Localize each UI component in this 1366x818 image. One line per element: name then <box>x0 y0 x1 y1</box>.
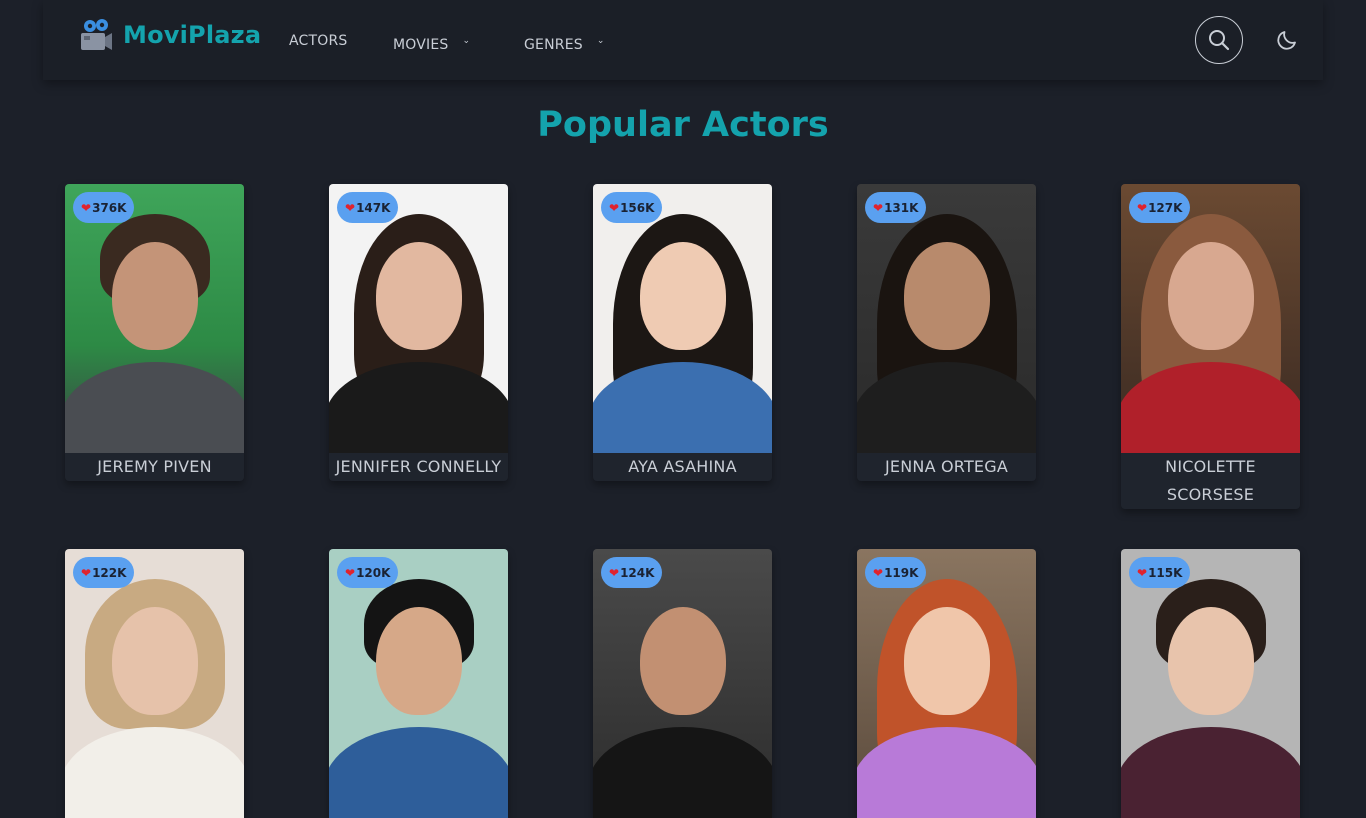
nav-actors-label: ACTORS <box>289 33 348 49</box>
actor-card[interactable]: ❤ 376K JEREMY PIVEN <box>65 184 244 481</box>
actor-name: JENNIFER CONNELLY <box>335 457 502 476</box>
actor-card[interactable]: ❤ 131K JENNA ORTEGA <box>857 184 1036 481</box>
actor-name: JENNA ORTEGA <box>885 457 1008 476</box>
actor-photo: ❤ 122K <box>65 549 244 818</box>
heart-icon: ❤ <box>873 565 884 580</box>
heart-icon: ❤ <box>345 200 356 215</box>
heart-icon: ❤ <box>81 200 92 215</box>
moon-icon <box>1277 31 1296 50</box>
nav-movies-label: MOVIES <box>393 37 449 53</box>
likes-badge: ❤ 124K <box>601 557 663 588</box>
actor-photo: ❤ 376K <box>65 184 244 453</box>
actor-card[interactable]: ❤ 115K <box>1121 549 1300 818</box>
likes-count: 376K <box>92 200 127 215</box>
actor-name: JEREMY PIVEN <box>97 457 212 476</box>
heart-icon: ❤ <box>81 565 92 580</box>
likes-badge: ❤ 120K <box>337 557 399 588</box>
actor-card[interactable]: ❤ 120K <box>329 549 508 818</box>
likes-count: 115K <box>1148 565 1183 580</box>
likes-badge: ❤ 122K <box>73 557 135 588</box>
actor-name: AYA ASAHINA <box>628 457 737 476</box>
film-camera-icon <box>81 19 112 50</box>
likes-badge: ❤ 147K <box>337 192 399 223</box>
likes-count: 122K <box>92 565 127 580</box>
brand-name: MoviPlaza <box>123 21 262 49</box>
heart-icon: ❤ <box>609 565 620 580</box>
likes-count: 127K <box>1148 200 1183 215</box>
search-button[interactable] <box>1195 16 1243 64</box>
chevron-down-icon: ⌄ <box>596 36 605 46</box>
likes-badge: ❤ 127K <box>1129 192 1191 223</box>
likes-badge: ❤ 119K <box>865 557 927 588</box>
brand[interactable]: MoviPlaza <box>79 18 261 52</box>
likes-badge: ❤ 376K <box>73 192 135 223</box>
actor-photo: ❤ 120K <box>329 549 508 818</box>
heart-icon: ❤ <box>873 200 884 215</box>
likes-count: 156K <box>620 200 655 215</box>
heart-icon: ❤ <box>1137 565 1148 580</box>
likes-count: 131K <box>884 200 919 215</box>
actor-photo: ❤ 115K <box>1121 549 1300 818</box>
heart-icon: ❤ <box>1137 200 1148 215</box>
likes-count: 147K <box>356 200 391 215</box>
likes-badge: ❤ 115K <box>1129 557 1191 588</box>
actor-photo: ❤ 156K <box>593 184 772 453</box>
likes-badge: ❤ 156K <box>601 192 663 223</box>
heart-icon: ❤ <box>609 200 620 215</box>
nav-actors[interactable]: ACTORS <box>289 32 348 50</box>
actor-photo: ❤ 147K <box>329 184 508 453</box>
chevron-down-icon: ⌄ <box>462 36 471 46</box>
actor-photo: ❤ 119K <box>857 549 1036 818</box>
search-icon <box>1209 30 1230 51</box>
nav-movies[interactable]: MOVIES ⌄ <box>393 32 470 54</box>
actor-photo: ❤ 127K <box>1121 184 1300 453</box>
actor-card[interactable]: ❤ 124K <box>593 549 772 818</box>
actor-card[interactable]: ❤ 127K NICOLETTE SCORSESE <box>1121 184 1300 509</box>
likes-badge: ❤ 131K <box>865 192 927 223</box>
actor-photo: ❤ 124K <box>593 549 772 818</box>
nav-genres[interactable]: GENRES ⌄ <box>524 32 605 54</box>
likes-count: 124K <box>620 565 655 580</box>
actor-card[interactable]: ❤ 119K <box>857 549 1036 818</box>
actor-card[interactable]: ❤ 122K <box>65 549 244 818</box>
likes-count: 120K <box>356 565 391 580</box>
theme-toggle-button[interactable] <box>1273 26 1301 54</box>
actor-card[interactable]: ❤ 156K AYA ASAHINA <box>593 184 772 481</box>
actor-card[interactable]: ❤ 147K JENNIFER CONNELLY <box>329 184 508 481</box>
likes-count: 119K <box>884 565 919 580</box>
heart-icon: ❤ <box>345 565 356 580</box>
actor-photo: ❤ 131K <box>857 184 1036 453</box>
actor-name: NICOLETTE SCORSESE <box>1165 457 1256 504</box>
navbar: MoviPlaza ACTORS MOVIES ⌄ GENRES ⌄ <box>43 0 1323 80</box>
nav-genres-label: GENRES <box>524 37 583 53</box>
page-title: Popular Actors <box>537 105 829 145</box>
